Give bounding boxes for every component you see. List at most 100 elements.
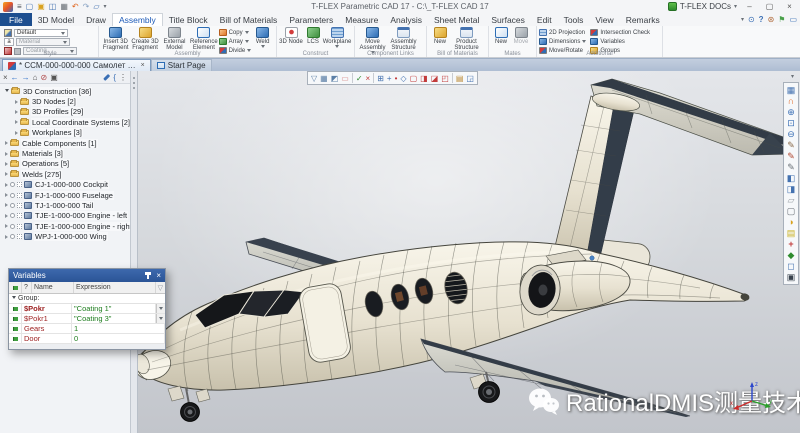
expression-dropdown[interactable] <box>156 314 165 323</box>
mate-new-button[interactable]: New <box>491 27 511 51</box>
tab-measure[interactable]: Measure <box>339 13 384 26</box>
paste-icon[interactable]: ◲ <box>466 74 474 83</box>
settings-icon[interactable]: ⊛ <box>768 15 775 24</box>
tab-3d-model[interactable]: 3D Model <box>32 13 80 26</box>
tab-tools[interactable]: Tools <box>558 13 590 26</box>
assembly-structure-button[interactable]: Assembly Structure <box>388 27 419 51</box>
tab-view[interactable]: View <box>589 13 619 26</box>
checkbox-icon[interactable] <box>17 224 22 229</box>
clipboard-icon[interactable]: ▤ <box>456 74 464 83</box>
visibility-icon[interactable] <box>10 182 15 187</box>
profile-filter-icon[interactable]: ◇ <box>400 74 406 83</box>
variables-panel-titlebar[interactable]: Variables × <box>9 269 165 282</box>
fragment-filter-icon[interactable]: ◰ <box>441 74 449 83</box>
undo-icon[interactable]: ↶ <box>72 2 79 12</box>
dimensions-button[interactable]: Dimensions <box>539 38 586 45</box>
material-spinner[interactable]: a <box>4 38 14 46</box>
expand-caret-icon[interactable] <box>5 203 8 207</box>
expression-dropdown[interactable] <box>156 304 165 313</box>
variable-row-gears[interactable]: Gears 1 <box>9 324 165 334</box>
expand-caret-icon[interactable] <box>5 162 8 166</box>
tree-item-engine-right[interactable]: TJE-1-000-000 Engine - right <box>0 221 130 231</box>
expand-caret-icon[interactable] <box>15 131 18 135</box>
expand-caret-icon[interactable] <box>5 141 8 145</box>
reference-element-button[interactable]: Reference Element <box>189 27 218 51</box>
document-tab-start-page[interactable]: Start Page <box>151 59 212 71</box>
tree-item-local-coordinate-systems[interactable]: Local Coordinate Systems [2] <box>0 117 130 127</box>
expand-caret-icon[interactable] <box>15 110 18 114</box>
flag-icon[interactable]: ⚑ <box>778 15 785 24</box>
checkbox-icon[interactable] <box>17 182 22 187</box>
body-filter-icon[interactable]: ▢ <box>410 74 418 83</box>
checkbox-icon[interactable] <box>17 234 22 239</box>
zoom-in-icon[interactable]: ⊕ <box>787 107 795 117</box>
show-body-icon[interactable]: ◨ <box>787 184 796 194</box>
weld-button[interactable]: Weld <box>251 27 274 51</box>
collapse-caret-icon[interactable] <box>5 89 9 94</box>
name-column-header[interactable]: Name <box>32 282 74 293</box>
visibility-icon[interactable] <box>10 203 15 208</box>
checkbox-icon[interactable] <box>17 193 22 198</box>
tree-item-3d-nodes[interactable]: 3D Nodes [2] <box>0 96 130 106</box>
tab-remarks[interactable]: Remarks <box>620 13 666 26</box>
node-filter-icon[interactable]: • <box>395 74 398 83</box>
tree-item-fuselage[interactable]: FJ-1-000-000 Fuselage <box>0 190 130 200</box>
select-toggle-icon[interactable]: ◩ <box>331 74 339 83</box>
back-icon[interactable]: ← <box>11 73 19 82</box>
close-tab-icon[interactable]: × <box>141 62 145 69</box>
axis-marker-icon[interactable]: + <box>788 239 793 249</box>
tree-item-workplanes[interactable]: Workplanes [3] <box>0 128 130 138</box>
close-button[interactable]: × <box>782 2 797 11</box>
draft-view-icon[interactable]: ✎ <box>787 140 795 150</box>
tree-item-welds[interactable]: Welds [275] <box>0 169 130 179</box>
tree-item-materials[interactable]: Materials [3] <box>0 148 130 158</box>
variable-row-door[interactable]: Door 0 <box>9 334 165 344</box>
snap-off-icon[interactable]: × <box>366 74 371 83</box>
variable-flag-icon[interactable] <box>13 317 18 321</box>
variable-flag-icon[interactable] <box>13 337 18 341</box>
workplane-button[interactable]: Workplane <box>323 27 351 51</box>
expand-caret-icon[interactable] <box>5 224 8 228</box>
move-assembly-button[interactable]: Move Assembly <box>357 27 388 51</box>
tab-sheet-metal[interactable]: Sheet Metal <box>428 13 485 26</box>
style-combo[interactable]: Default <box>14 29 68 37</box>
redo-icon[interactable]: ↷ <box>83 2 90 12</box>
display-monitor-icon[interactable]: ▣ <box>787 272 796 282</box>
visibility-icon[interactable] <box>10 193 15 198</box>
tree-item-3d-construction[interactable]: 3D Construction [36] <box>0 86 130 96</box>
toolbar-collapse-caret-icon[interactable]: ▾ <box>791 73 794 80</box>
brace-icon[interactable]: { <box>113 73 116 82</box>
layout-icon[interactable]: ▭ <box>789 15 797 24</box>
wireframe-box-icon[interactable]: ▢ <box>787 206 796 216</box>
tree-item-operations[interactable]: Operations [5] <box>0 159 130 169</box>
expression-column-header[interactable]: Expression <box>74 282 156 293</box>
draft-edit-icon[interactable]: ✎ <box>787 151 795 161</box>
variable-row-pokr[interactable]: $Pokr "Coating 1" <box>9 304 165 314</box>
face-filter-icon[interactable]: ◨ <box>420 74 428 83</box>
notes-icon[interactable]: ▤ <box>787 228 796 238</box>
tab-file[interactable]: File <box>0 13 32 26</box>
variable-flag-icon[interactable] <box>13 327 18 331</box>
help-icon[interactable]: ? <box>759 15 764 24</box>
variable-flag-icon[interactable] <box>13 307 18 311</box>
magnet-snap-icon[interactable]: ∩ <box>788 96 795 106</box>
tree-item-tail[interactable]: TJ-1-000-000 Tail <box>0 200 130 210</box>
minimize-button[interactable]: – <box>742 2 757 11</box>
array-button[interactable]: Array <box>219 38 252 45</box>
expand-caret-icon[interactable] <box>15 100 18 104</box>
insert-3d-fragment-button[interactable]: Insert 3D Fragment <box>101 27 130 51</box>
expand-caret-icon[interactable] <box>5 172 8 176</box>
expand-caret-icon[interactable] <box>5 214 8 218</box>
lcs-button[interactable]: LCS <box>303 27 323 51</box>
menu-icon[interactable]: ≡ <box>17 2 22 12</box>
tab-title-block[interactable]: Title Block <box>163 13 214 26</box>
3d-node-button[interactable]: 3D Node <box>279 27 303 51</box>
document-tab-model[interactable]: * CCM-000-000-000 Самолет … × <box>2 59 151 71</box>
mate-move-button[interactable]: Move <box>511 27 531 51</box>
visibility-icon[interactable] <box>10 234 15 239</box>
create-3d-fragment-button[interactable]: Create 3D Fragment <box>130 27 159 51</box>
workplane-grid-icon[interactable]: ▦ <box>787 85 796 95</box>
tab-edit[interactable]: Edit <box>531 13 558 26</box>
2d-projection-button[interactable]: 2D Projection <box>539 29 586 36</box>
tree-item-cockpit[interactable]: CJ-1-000-000 Cockpit <box>0 180 130 190</box>
